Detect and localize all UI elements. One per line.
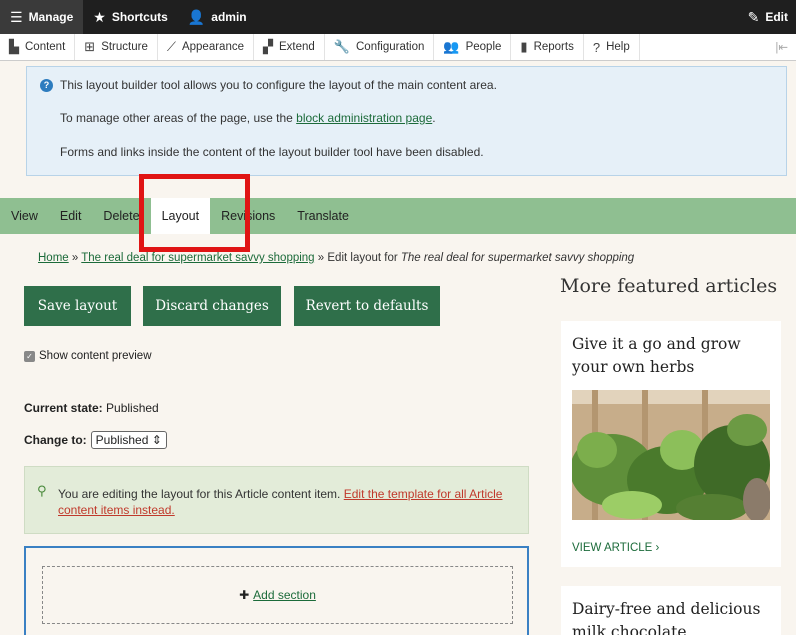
tray-item-people[interactable]: 👥 People [434,34,512,60]
breadcrumb: Home » The real deal for supermarket sav… [38,252,634,264]
tray-item-configuration[interactable]: 🔧 Configuration [325,34,435,60]
block-admin-link[interactable]: block administration page [296,111,432,125]
bar-chart-icon: ▮ [520,39,528,54]
structure-icon: ⊞ [84,39,96,54]
note-body: You are editing the layout for this Arti… [58,487,344,501]
star-icon: ★ [93,8,106,25]
user-menu[interactable]: 👤 admin [178,0,257,34]
tray-label: Appearance [181,41,244,53]
state-value: Published [102,401,159,415]
message-text: . [432,111,436,125]
tray-item-extend[interactable]: ▞ Extend [254,34,325,60]
wrench-icon: 🔧 [333,39,350,54]
content-preview-toggle[interactable]: ✓ Show content preview [24,350,152,362]
checkbox-icon[interactable]: ✓ [24,350,35,362]
message-text: To manage other areas of the page, use t… [60,111,297,125]
page-icon: ▙ [9,39,19,54]
message-line-1: This layout builder tool allows you to c… [60,78,497,92]
info-message: ? This layout builder tool allows you to… [26,66,787,176]
add-section-area[interactable]: ✚ Add section [42,566,513,624]
shortcuts-label: Shortcuts [111,10,168,24]
tray-item-help[interactable]: ? Help [584,34,640,60]
tray-item-structure[interactable]: ⊞ Structure [75,34,158,60]
herbs-image[interactable] [572,390,770,520]
template-note: ⚲ You are editing the layout for this Ar… [24,466,529,534]
breadcrumb-article[interactable]: The real deal for supermarket savvy shop… [81,252,314,264]
sidebar-title: More featured articles [560,275,778,297]
manage-label: Manage [28,10,74,24]
preview-label: Show content preview [39,350,152,362]
tray-label: Configuration [356,41,425,53]
breadcrumb-home[interactable]: Home [38,252,69,264]
featured-article-card[interactable]: Dairy-free and delicious milk chocolate [561,586,781,635]
pencil-icon: ✎ [747,8,760,25]
collapse-icon[interactable]: |⇤ [767,34,796,60]
revert-defaults-button[interactable]: Revert to defaults [294,286,440,326]
edit-label: Edit [765,10,788,24]
discard-changes-button[interactable]: Discard changes [143,286,281,326]
shortcuts-menu[interactable]: ★ Shortcuts [83,0,178,34]
people-icon: 👥 [443,39,460,54]
message-line-2: To manage other areas of the page, use t… [60,111,436,125]
tray-label: Content [25,41,66,53]
tray-label: Reports [533,41,574,53]
local-tasks-tabs: View Edit Delete Layout Revisions Transl… [0,198,796,234]
brush-icon: ⟋ [166,39,176,54]
tray-label: Structure [101,41,148,53]
breadcrumb-current: » Edit layout for [314,252,401,264]
tab-translate[interactable]: Translate [286,198,360,234]
layout-builder-region: ✚ Add section [24,546,529,635]
select-value: Published [95,433,149,447]
highlight-box [139,174,250,252]
tray-item-appearance[interactable]: ⟋ Appearance [158,34,254,60]
manage-menu[interactable]: ☰ Manage [0,0,84,34]
admin-tray: ▙ Content ⊞ Structure ⟋ Appearance ▞ Extend … [0,34,796,61]
puzzle-icon: ▞ [263,39,273,54]
breadcrumb-title: The real deal for supermarket savvy shop… [400,252,635,264]
tab-view[interactable]: View [0,198,49,234]
location-pin-icon: ⚲ [37,483,47,498]
tray-label: People [465,41,502,53]
admin-toolbar: ☰ Manage ★ Shortcuts 👤 admin ✎ Edit [0,0,796,34]
user-label: admin [211,10,247,24]
article-title[interactable]: Dairy-free and delicious milk chocolate [572,598,772,635]
featured-article-card[interactable]: Give it a go and grow your own herbs VIE… [561,321,781,567]
tray-item-content[interactable]: ▙ Content [0,34,76,60]
edit-toggle[interactable]: ✎ Edit [738,0,796,34]
tab-edit[interactable]: Edit [49,198,93,234]
note-text: You are editing the layout for this Arti… [58,486,508,518]
state-select[interactable]: Published ⇕ [90,431,167,449]
message-line-3: Forms and links inside the content of th… [60,145,484,159]
breadcrumb-separator: » [68,252,82,264]
plus-icon: ✚ [239,588,250,602]
tray-label: Help [606,41,630,53]
tray-label: Extend [279,41,315,53]
change-label: Change to: [24,433,87,447]
state-label: Current state: [24,401,103,415]
save-layout-button[interactable]: Save layout [24,286,131,326]
hamburger-icon: ☰ [10,8,23,25]
info-icon: ? [40,79,53,92]
help-icon: ? [592,39,601,55]
user-icon: 👤 [187,8,206,25]
chevron-right-icon: › [655,542,660,554]
article-title[interactable]: Give it a go and grow your own herbs [572,333,772,379]
add-section-link[interactable]: Add section [253,588,316,602]
tray-item-reports[interactable]: ▮ Reports [511,34,584,60]
view-article-label: VIEW ARTICLE [572,542,653,554]
view-article-link[interactable]: VIEW ARTICLE › [572,542,659,554]
current-state: Current state: Published [24,401,159,415]
change-state: Change to: Published ⇕ [24,431,167,449]
